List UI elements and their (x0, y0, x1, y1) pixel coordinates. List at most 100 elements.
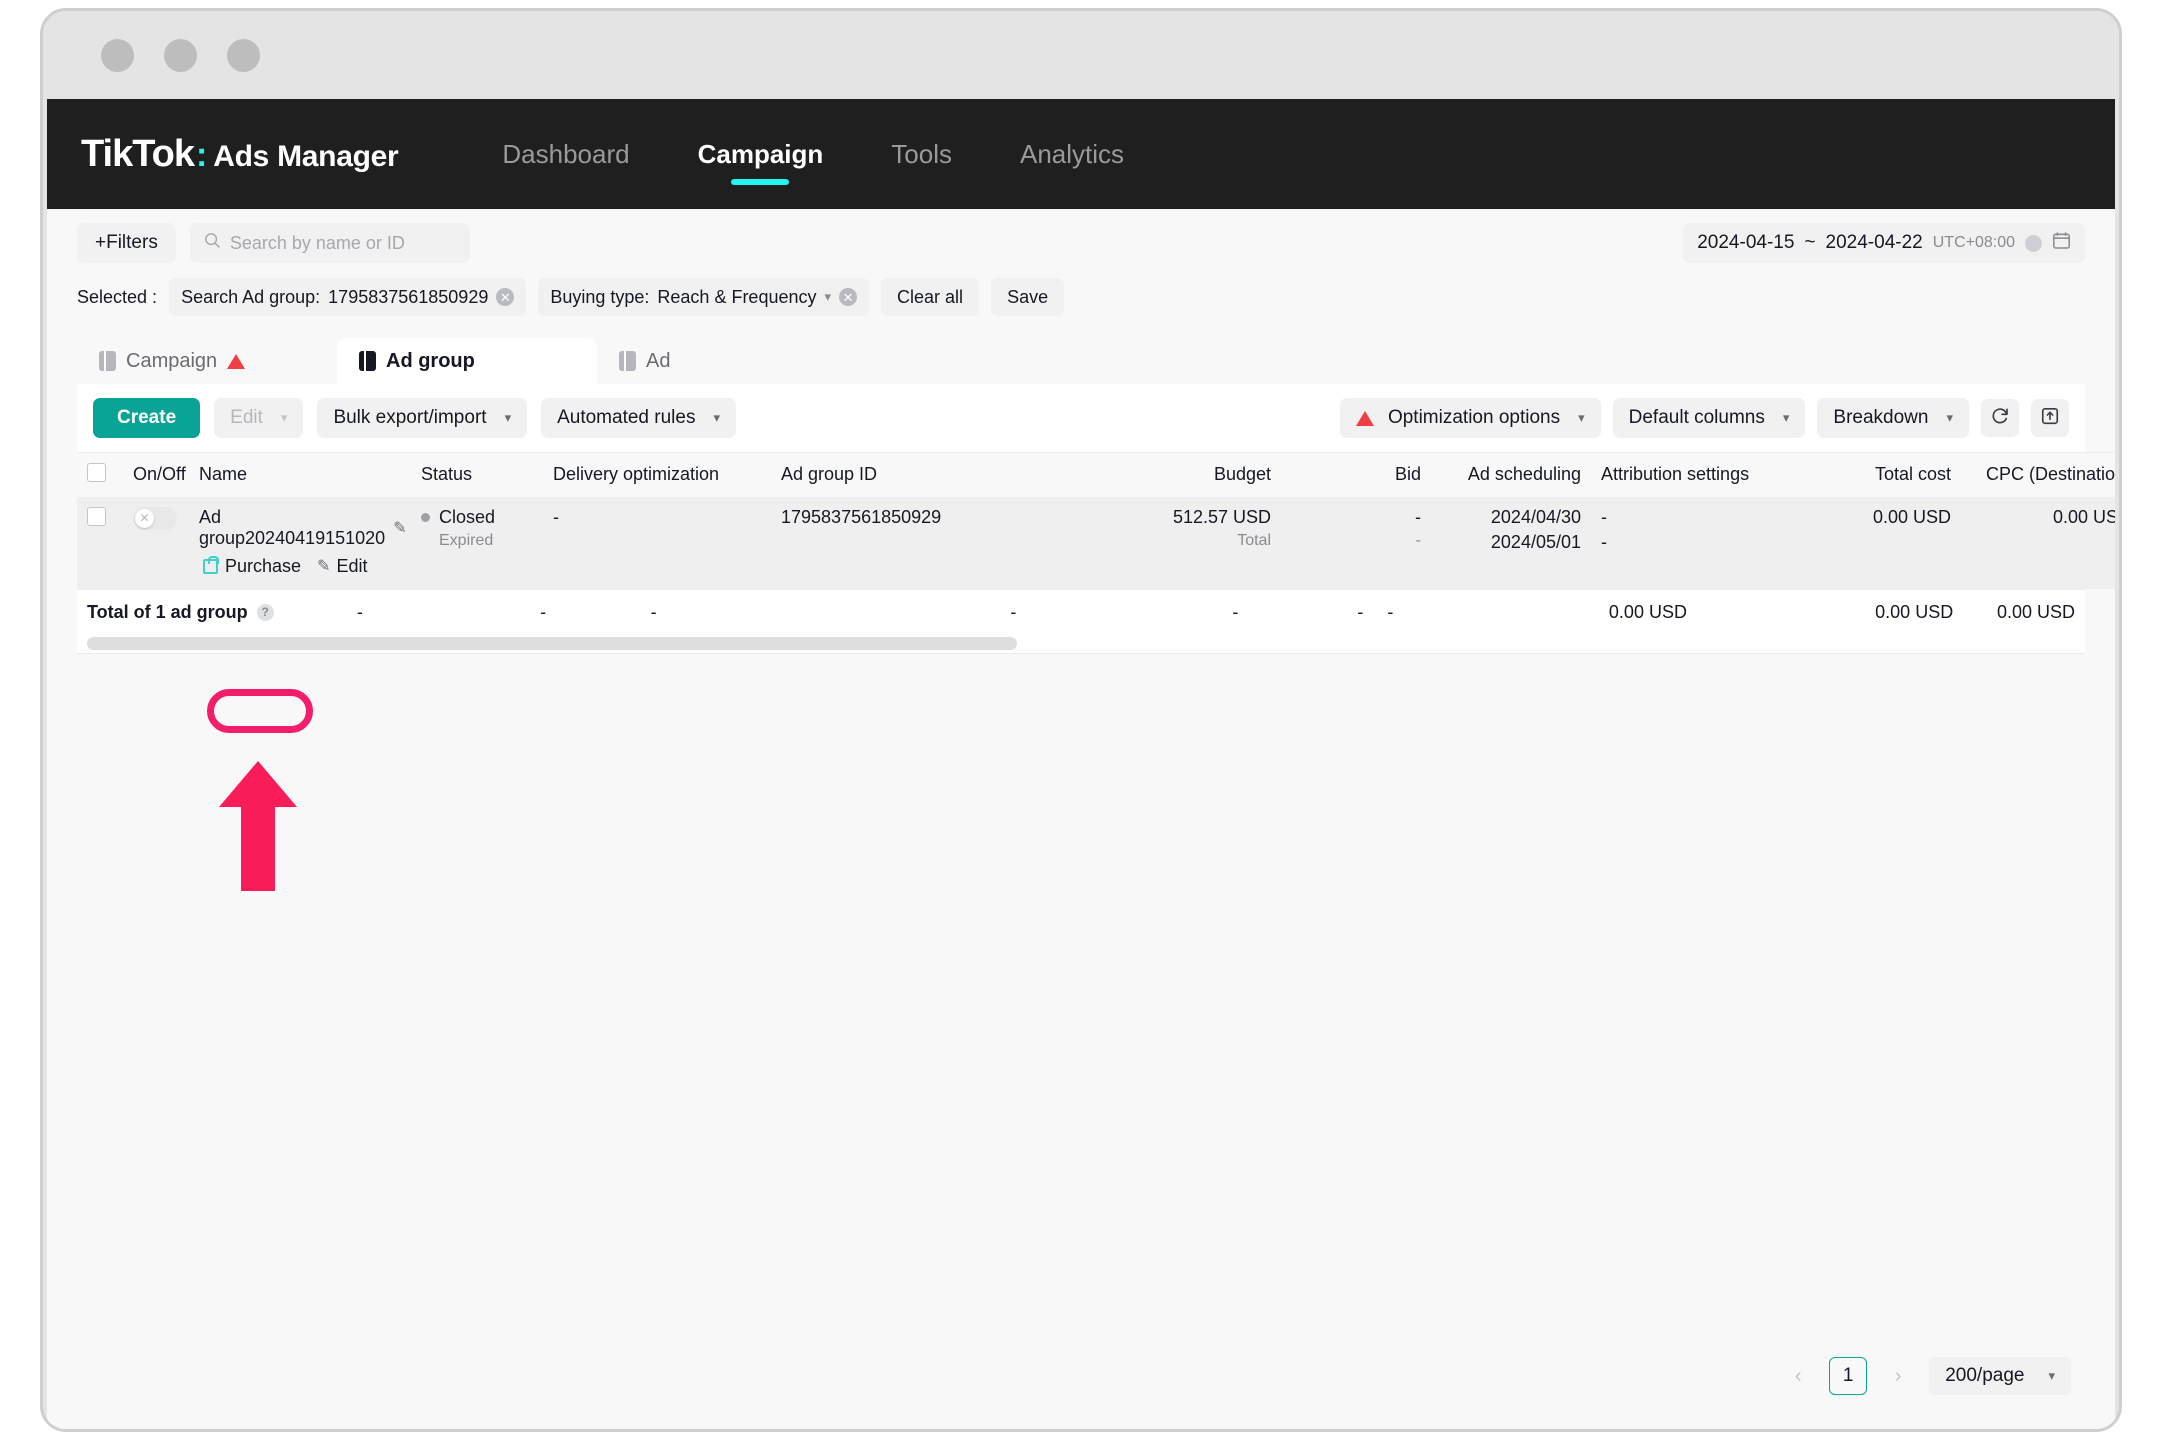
pagination-next-button[interactable]: › (1879, 1357, 1917, 1395)
chip-value-buying-type: Reach & Frequency (657, 286, 817, 307)
header-total-cost[interactable]: Total cost (1821, 452, 1961, 497)
row-edit-link[interactable]: ✎ Edit (317, 556, 367, 577)
refresh-icon (1990, 406, 2010, 431)
header-ad-scheduling[interactable]: Ad scheduling (1431, 452, 1591, 497)
horizontal-scrollbar-thumb[interactable] (87, 636, 1017, 650)
window-maximize-button[interactable] (227, 38, 260, 72)
save-filter-button[interactable]: Save (991, 278, 1065, 316)
optimization-options-button[interactable]: Optimization options ▾ (1339, 398, 1601, 438)
row-status-cell: Closed Expired (411, 496, 543, 589)
edit-dropdown-button[interactable]: Edit ▾ (214, 398, 304, 438)
search-icon (204, 232, 221, 254)
header-bid[interactable]: Bid (1281, 452, 1431, 497)
table-row[interactable]: ✕ Ad group20240419151020 ✎ Purchase ✎ Ed… (77, 496, 2115, 589)
row-ad-scheduling-start: 2024/04/30 (1490, 506, 1581, 527)
create-button[interactable]: Create (93, 398, 201, 438)
status-badge: Closed (421, 507, 533, 528)
breakdown-label: Breakdown (1833, 407, 1929, 428)
chevron-down-icon[interactable]: ▾ (825, 289, 832, 305)
breakdown-button[interactable]: Breakdown ▾ (1817, 398, 1969, 438)
chevron-down-icon: ▾ (1782, 410, 1790, 425)
chip-remove-icon[interactable]: ✕ (496, 288, 515, 306)
export-button[interactable] (2031, 399, 2069, 437)
browser-viewport: TikTok: Ads Manager Dashboard Campaign To… (47, 99, 2115, 1429)
warning-triangle-icon (1355, 410, 1374, 426)
rename-pencil-icon[interactable]: ✎ (393, 518, 406, 538)
header-delivery-optimization[interactable]: Delivery optimization (543, 452, 771, 497)
tab-campaign[interactable]: Campaign (77, 338, 337, 384)
nav-item-dashboard-label: Dashboard (502, 138, 630, 169)
filter-row-selected: Selected : Search Ad group: 179583756185… (77, 278, 2085, 316)
chip-remove-icon[interactable]: ✕ (839, 288, 858, 306)
header-cpc-destination[interactable]: CPC (Destination) (1961, 452, 2115, 497)
nav-item-analytics[interactable]: Analytics (986, 99, 1158, 209)
ad-group-meta-row: Purchase ✎ Edit (199, 554, 401, 579)
window-close-button[interactable] (101, 38, 134, 72)
main-nav-items: Dashboard Campaign Tools Analytics (468, 99, 1158, 209)
row-checkbox[interactable] (87, 506, 106, 526)
chevron-down-icon: ▾ (1946, 410, 1953, 425)
page-size-select[interactable]: 200/page ▾ (1929, 1357, 2071, 1395)
tab-ad[interactable]: Ad (597, 338, 857, 384)
row-total-cost-cell: 0.00 USD (1821, 496, 1961, 589)
nav-item-campaign[interactable]: Campaign (664, 99, 858, 209)
header-budget[interactable]: Budget (1011, 452, 1281, 497)
row-on-off-cell: ✕ (123, 496, 189, 589)
header-status[interactable]: Status (411, 452, 543, 497)
date-range-picker[interactable]: 2024-04-15 ~ 2024-04-22 UTC+08:00 (1683, 223, 2085, 263)
chevron-down-icon: ▾ (280, 410, 288, 425)
horizontal-scrollbar-track (77, 636, 2085, 654)
filter-chip-buying-type[interactable]: Buying type: Reach & Frequency ▾ ✕ (538, 278, 870, 316)
automated-rules-button[interactable]: Automated rules ▾ (541, 398, 736, 438)
date-range-separator: ~ (1804, 232, 1816, 253)
nav-item-tools-label: Tools (891, 138, 952, 169)
optimization-options-label: Optimization options (1387, 407, 1561, 428)
header-ad-group-id[interactable]: Ad group ID (771, 452, 1011, 497)
window-titlebar (43, 11, 2119, 99)
top-navigation-bar: TikTok: Ads Manager Dashboard Campaign To… (47, 99, 2115, 209)
table-header-row: On/Off Name Status Delivery optimization… (77, 452, 2115, 497)
entity-level-tabs: Campaign Ad group Ad (47, 338, 2115, 384)
pagination-prev-button[interactable]: ‹ (1779, 1357, 1817, 1395)
objective-purchase-label[interactable]: Purchase (199, 554, 305, 579)
row-select-cell (77, 496, 123, 589)
search-box[interactable] (189, 223, 470, 263)
default-columns-button[interactable]: Default columns ▾ (1612, 398, 1806, 438)
filters-button[interactable]: +Filters (77, 223, 176, 263)
row-ad-scheduling-cell: 2024/04/30 2024/05/01 (1431, 496, 1591, 589)
on-off-toggle[interactable]: ✕ (133, 506, 177, 530)
total-ad-scheduling: - (1357, 601, 1364, 622)
pagination-page-1[interactable]: 1 (1829, 1357, 1868, 1395)
total-bid: - (1232, 601, 1239, 622)
nav-item-dashboard[interactable]: Dashboard (468, 99, 663, 209)
info-icon[interactable] (2025, 234, 2042, 252)
header-name[interactable]: Name (189, 452, 411, 497)
ad-icon (619, 351, 636, 371)
total-status: - (356, 601, 363, 622)
annotation-arrow-up-icon (219, 761, 297, 891)
total-cpm: 0.00 USD (1996, 601, 2075, 622)
purchase-highlight-ring (207, 689, 313, 733)
tab-ad-group[interactable]: Ad group (337, 338, 597, 384)
ad-group-name[interactable]: Ad group20240419151020 (199, 507, 385, 549)
page-size-label: 200/page (1945, 1365, 2025, 1386)
clear-all-button[interactable]: Clear all (881, 278, 980, 316)
row-attribution-value: - (1601, 506, 1607, 527)
tiktok-ads-manager-logo[interactable]: TikTok: Ads Manager (81, 133, 399, 176)
refresh-button[interactable] (1981, 399, 2019, 437)
search-input[interactable] (229, 232, 456, 254)
window-minimize-button[interactable] (164, 38, 197, 72)
header-attribution-settings[interactable]: Attribution settings (1591, 452, 1821, 497)
calendar-icon[interactable] (2052, 231, 2071, 256)
status-dot-icon (421, 512, 430, 522)
total-ad-group-id: - (650, 601, 657, 622)
filter-chip-search-ad-group[interactable]: Search Ad group: 1795837561850929 ✕ (169, 278, 527, 316)
table-body: ✕ Ad group20240419151020 ✎ Purchase ✎ Ed… (77, 496, 2115, 589)
row-edit-label: Edit (336, 555, 368, 576)
ad-group-name-row: Ad group20240419151020 ✎ (199, 507, 407, 549)
bulk-export-import-button[interactable]: Bulk export/import ▾ (317, 398, 528, 438)
nav-item-tools[interactable]: Tools (857, 99, 986, 209)
select-all-checkbox[interactable] (87, 462, 106, 482)
header-on-off[interactable]: On/Off (123, 452, 189, 497)
ad-group-table-card: Create Edit ▾ Bulk export/import ▾ Autom… (77, 384, 2115, 654)
